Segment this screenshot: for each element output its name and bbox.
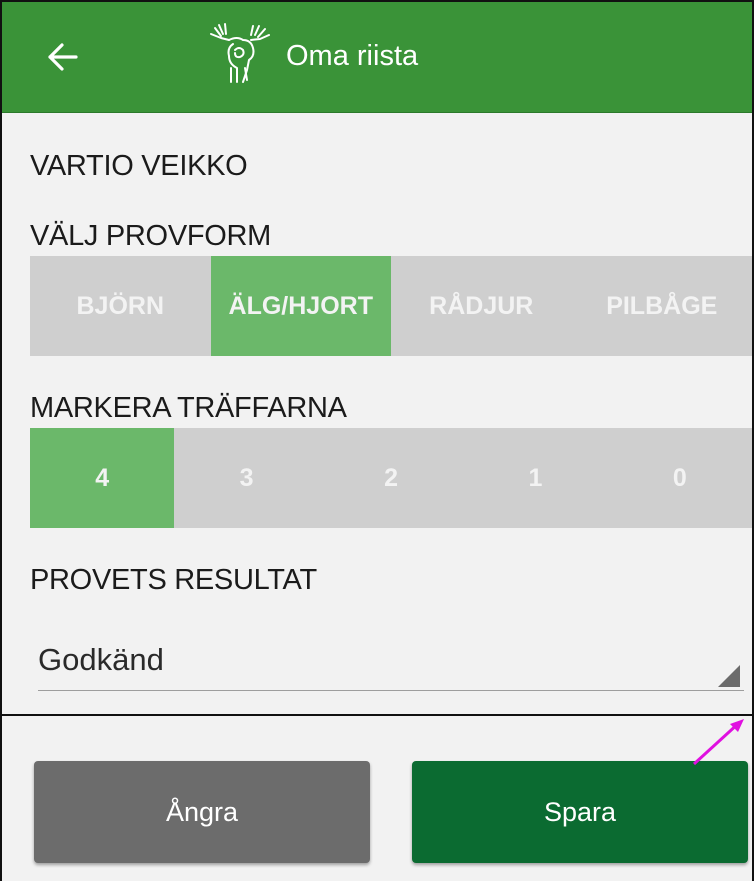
hunter-name: VARTIO VEIKKO <box>30 150 248 182</box>
result-dropdown[interactable]: Godkänd <box>38 634 744 691</box>
test-type-option-roe-deer[interactable]: RÅDJUR <box>391 256 572 356</box>
app-screen: Oma riista VARTIO VEIKKO VÄLJ PROVFORM B… <box>0 0 754 881</box>
hits-selector: 4 3 2 1 0 <box>30 428 752 528</box>
test-type-option-moose-deer[interactable]: ÄLG/HJORT <box>210 256 391 356</box>
cancel-button[interactable]: Ångra <box>34 761 370 863</box>
test-type-option-bear[interactable]: BJÖRN <box>30 256 211 356</box>
dropdown-triangle-icon <box>718 665 740 687</box>
arrow-left-icon <box>48 43 78 71</box>
test-type-option-bow[interactable]: PILBÅGE <box>572 256 753 356</box>
app-title: Oma riista <box>286 40 419 72</box>
hits-option-1[interactable]: 1 <box>463 428 607 528</box>
result-label: PROVETS RESULTAT <box>30 564 317 596</box>
annotation-arrow-icon <box>692 719 744 766</box>
back-button[interactable] <box>38 32 88 82</box>
divider <box>2 714 752 716</box>
hits-option-3[interactable]: 3 <box>174 428 318 528</box>
app-bar: Oma riista <box>2 2 752 113</box>
hits-option-4[interactable]: 4 <box>30 428 175 528</box>
moose-logo-icon <box>210 23 270 83</box>
save-button[interactable]: Spara <box>412 761 748 863</box>
test-type-label: VÄLJ PROVFORM <box>30 220 272 252</box>
test-type-selector: BJÖRN ÄLG/HJORT RÅDJUR PILBÅGE <box>30 256 752 356</box>
hits-option-2[interactable]: 2 <box>319 428 463 528</box>
result-dropdown-value: Godkänd <box>38 642 164 677</box>
hits-label: MARKERA TRÄFFARNA <box>30 392 347 424</box>
hits-option-0[interactable]: 0 <box>608 428 752 528</box>
